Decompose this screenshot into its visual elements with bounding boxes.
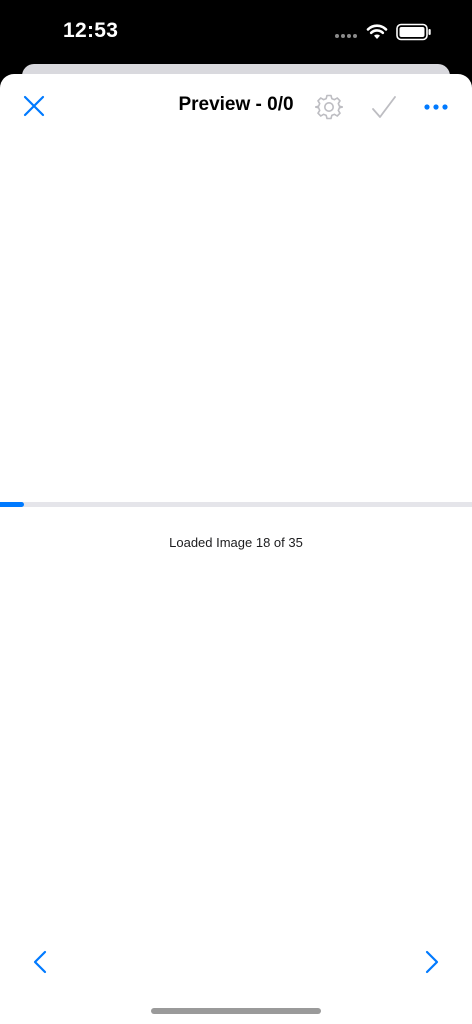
home-indicator[interactable] <box>151 1008 321 1014</box>
status-time: 12:53 <box>63 19 119 42</box>
battery-icon <box>396 23 431 41</box>
progress-bar <box>0 502 472 507</box>
checkmark-icon[interactable] <box>370 94 398 122</box>
wifi-icon <box>366 24 388 39</box>
ellipsis-icon[interactable] <box>422 96 452 116</box>
loading-status-text: Loaded Image 18 of 35 <box>169 535 303 550</box>
page-title: Preview - 0/0 <box>178 94 294 115</box>
nav-bar: Preview - 0/0 <box>0 74 472 140</box>
status-bar: 12:53 <box>0 0 472 64</box>
gear-icon[interactable] <box>315 93 343 121</box>
screen: 12:53 Preview - 0/0 Loaded Image 18 of 3… <box>0 0 472 1024</box>
progress-fill <box>0 502 24 507</box>
chevron-left-icon[interactable] <box>28 948 52 976</box>
preview-sheet: Preview - 0/0 Loaded Image 18 of 35 <box>0 74 472 1024</box>
close-icon[interactable] <box>20 92 48 120</box>
cellular-dots-icon <box>335 34 359 40</box>
chevron-right-icon[interactable] <box>420 948 444 976</box>
